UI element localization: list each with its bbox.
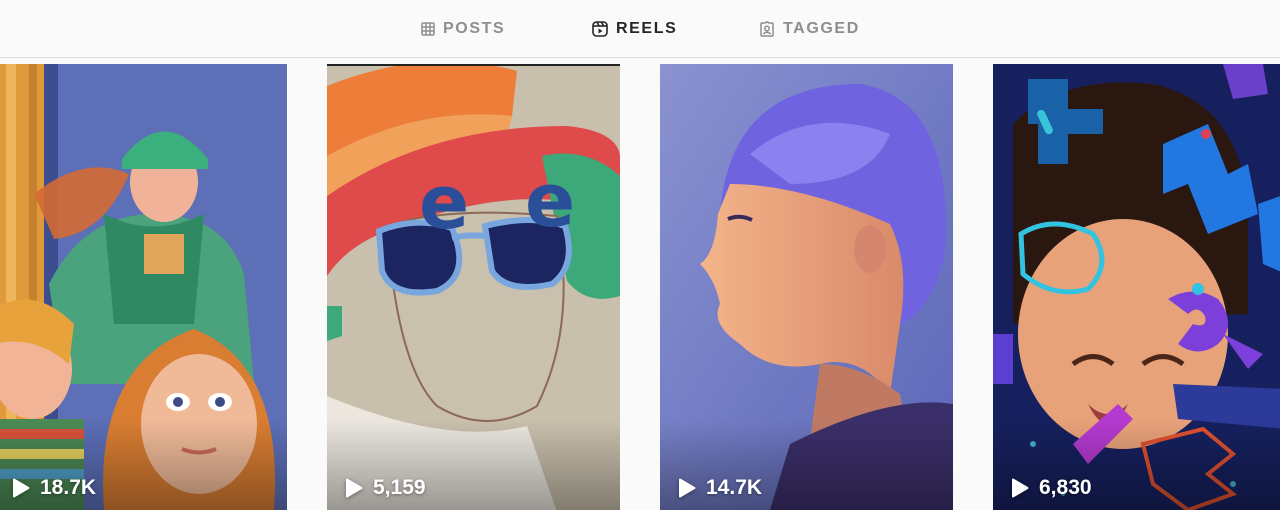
view-count: 6,830 <box>1011 476 1092 500</box>
tab-posts-label: POSTS <box>443 20 506 37</box>
reel-thumbnail[interactable]: 14.7K <box>660 64 953 510</box>
reels-icon <box>592 21 608 37</box>
svg-text:e: e <box>419 160 469 246</box>
reel-thumbnail[interactable]: 18.7K <box>0 64 287 510</box>
tagged-icon <box>759 21 775 37</box>
tab-tagged[interactable]: TAGGED <box>759 19 860 39</box>
reel-thumbnail[interactable]: 6,830 <box>993 64 1280 510</box>
view-count-label: 14.7K <box>706 476 763 499</box>
svg-text:e: e <box>525 158 575 244</box>
tab-tagged-label: TAGGED <box>783 20 860 37</box>
play-icon <box>12 478 30 498</box>
tab-posts[interactable]: POSTS <box>421 19 505 39</box>
profile-tabs: POSTS REELS TAGGED <box>0 0 1280 58</box>
tab-reels-label: REELS <box>616 20 678 37</box>
view-count-label: 5,159 <box>373 476 426 499</box>
view-count: 18.7K <box>12 476 96 500</box>
reel-thumbnail[interactable]: e e 5,159 <box>327 64 620 510</box>
grid-icon <box>421 22 435 36</box>
view-count: 5,159 <box>345 476 426 500</box>
play-icon <box>1011 478 1029 498</box>
play-icon <box>345 478 363 498</box>
play-icon <box>678 478 696 498</box>
view-count-label: 18.7K <box>40 476 97 499</box>
tab-reels[interactable]: REELS <box>592 19 677 39</box>
view-count-label: 6,830 <box>1039 476 1092 499</box>
view-count: 14.7K <box>678 476 762 500</box>
